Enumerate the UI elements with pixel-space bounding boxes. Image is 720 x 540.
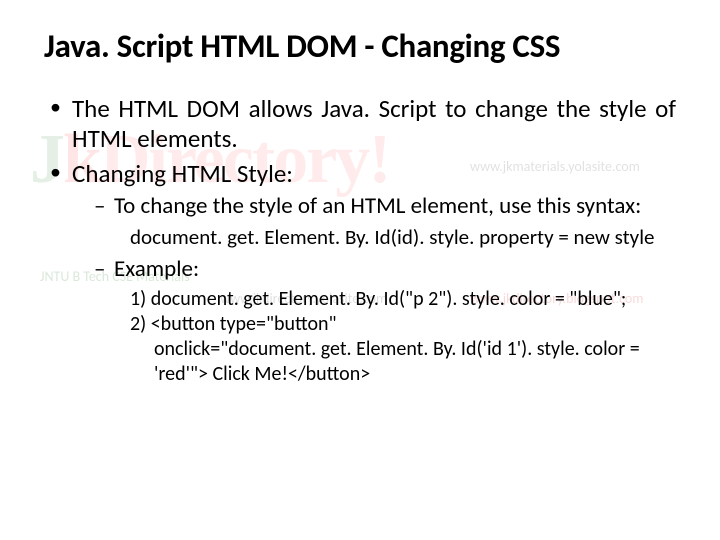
example-2a: 2) <button type="button" bbox=[130, 312, 676, 337]
example-2c: 'red'"> Click Me!</button> bbox=[130, 362, 676, 387]
bullet-2: Changing HTML Style: To change the style… bbox=[50, 159, 676, 387]
sub-1: To change the style of an HTML element, … bbox=[94, 193, 676, 220]
syntax-code: document. get. Element. By. Id(id). styl… bbox=[130, 224, 676, 250]
bullet-2-text: Changing HTML Style: bbox=[72, 158, 293, 189]
slide: JkDirectory! JNTU B Tech CSE Materials w… bbox=[0, 0, 720, 540]
example-2b: onclick="document. get. Element. By. Id(… bbox=[130, 337, 676, 362]
bullet-1: The HTML DOM allows Java. Script to chan… bbox=[50, 94, 676, 153]
slide-title: Java. Script HTML DOM - Changing CSS bbox=[44, 26, 676, 66]
bullet-list: The HTML DOM allows Java. Script to chan… bbox=[50, 94, 676, 387]
example-1: 1) document. get. Element. By. Id("p 2")… bbox=[130, 287, 676, 312]
sub-list: To change the style of an HTML element, … bbox=[94, 193, 676, 220]
example-block: 1) document. get. Element. By. Id("p 2")… bbox=[130, 287, 676, 387]
sub-list-2: Example: bbox=[94, 256, 676, 283]
sub-2: Example: bbox=[94, 256, 676, 283]
